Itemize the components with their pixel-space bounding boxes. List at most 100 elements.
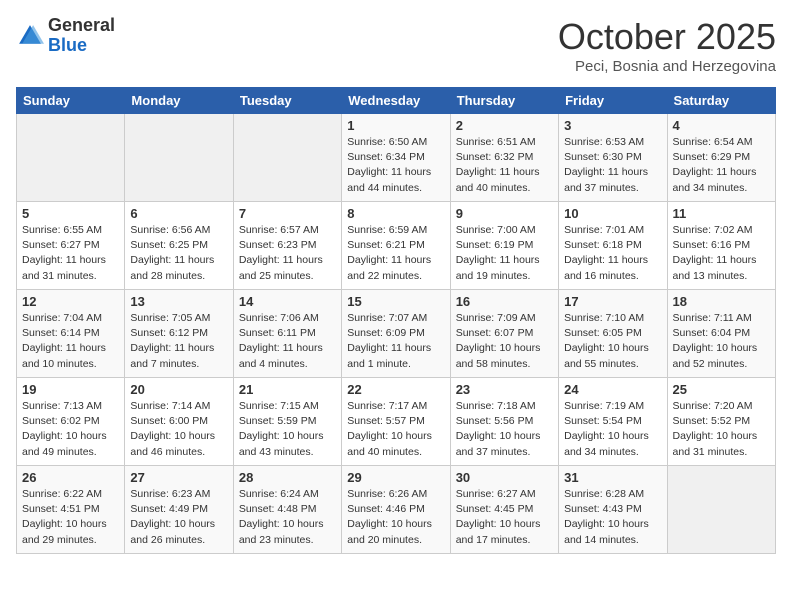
- weekday-header-friday: Friday: [559, 88, 667, 114]
- calendar-cell: 18Sunrise: 7:11 AM Sunset: 6:04 PM Dayli…: [667, 290, 775, 378]
- calendar-cell: 25 Sunrise: 7:20 AM Sunset: 5:52 PM Dayli…: [667, 378, 775, 466]
- calendar-cell: 30Sunrise: 6:27 AM Sunset: 4:45 PM Dayli…: [450, 466, 558, 554]
- day-info: Sunrise: 7:19 AM Sunset: 5:54 PM Dayligh…: [564, 399, 661, 460]
- day-number: 28: [239, 470, 336, 485]
- calendar-cell: 8Sunrise: 6:59 AM Sunset: 6:21 PM Daylig…: [342, 202, 450, 290]
- weekday-header-saturday: Saturday: [667, 88, 775, 114]
- calendar-cell: 12Sunrise: 7:04 AM Sunset: 6:14 PM Dayli…: [17, 290, 125, 378]
- day-number: 2: [456, 118, 553, 133]
- calendar-cell: 27Sunrise: 6:23 AM Sunset: 4:49 PM Dayli…: [125, 466, 233, 554]
- calendar-cell: 13Sunrise: 7:05 AM Sunset: 6:12 PM Dayli…: [125, 290, 233, 378]
- week-row-4: 26 Sunrise: 6:22 AM Sunset: 4:51 PM Dayli…: [17, 466, 776, 554]
- day-number: 7: [239, 206, 336, 221]
- calendar-cell: 1 Sunrise: 6:50 AM Sunset: 6:34 PM Daylig…: [342, 114, 450, 202]
- day-number: 11: [673, 206, 770, 221]
- calendar-cell: 4 Sunrise: 6:54 AM Sunset: 6:29 PM Daylig…: [667, 114, 775, 202]
- calendar-cell: 16 Sunrise: 7:09 AM Sunset: 6:07 PM Dayli…: [450, 290, 558, 378]
- day-number: 6: [130, 206, 227, 221]
- day-info: Sunrise: 6:53 AM Sunset: 6:30 PM Dayligh…: [564, 135, 661, 196]
- day-number: 10: [564, 206, 661, 221]
- logo-general-text: General: [48, 16, 115, 36]
- day-info: Sunrise: 7:20 AM Sunset: 5:52 PM Dayligh…: [673, 399, 770, 460]
- day-info: Sunrise: 6:56 AM Sunset: 6:25 PM Dayligh…: [130, 223, 227, 284]
- day-info: Sunrise: 7:15 AM Sunset: 5:59 PM Dayligh…: [239, 399, 336, 460]
- calendar-cell: 23 Sunrise: 7:18 AM Sunset: 5:56 PM Dayli…: [450, 378, 558, 466]
- calendar-cell: 24 Sunrise: 7:19 AM Sunset: 5:54 PM Dayli…: [559, 378, 667, 466]
- day-number: 25: [673, 382, 770, 397]
- calendar-cell: [233, 114, 341, 202]
- day-number: 9: [456, 206, 553, 221]
- calendar-cell: 6 Sunrise: 6:56 AM Sunset: 6:25 PM Daylig…: [125, 202, 233, 290]
- calendar-cell: 15Sunrise: 7:07 AM Sunset: 6:09 PM Dayli…: [342, 290, 450, 378]
- weekday-header-row: SundayMondayTuesdayWednesdayThursdayFrid…: [17, 88, 776, 114]
- day-info: Sunrise: 6:59 AM Sunset: 6:21 PM Dayligh…: [347, 223, 444, 284]
- day-info: Sunrise: 6:54 AM Sunset: 6:29 PM Dayligh…: [673, 135, 770, 196]
- calendar-cell: 17 Sunrise: 7:10 AM Sunset: 6:05 PM Dayli…: [559, 290, 667, 378]
- calendar-cell: [125, 114, 233, 202]
- calendar-cell: 22 Sunrise: 7:17 AM Sunset: 5:57 PM Dayli…: [342, 378, 450, 466]
- weekday-header-tuesday: Tuesday: [233, 88, 341, 114]
- day-info: Sunrise: 7:06 AM Sunset: 6:11 PM Dayligh…: [239, 311, 336, 372]
- day-number: 29: [347, 470, 444, 485]
- calendar-cell: 21 Sunrise: 7:15 AM Sunset: 5:59 PM Dayli…: [233, 378, 341, 466]
- calendar-cell: [667, 466, 775, 554]
- weekday-header-monday: Monday: [125, 88, 233, 114]
- location: Peci, Bosnia and Herzegovina: [558, 58, 776, 75]
- calendar-cell: 5 Sunrise: 6:55 AM Sunset: 6:27 PM Daylig…: [17, 202, 125, 290]
- calendar-cell: 20Sunrise: 7:14 AM Sunset: 6:00 PM Dayli…: [125, 378, 233, 466]
- day-number: 4: [673, 118, 770, 133]
- calendar-cell: 11 Sunrise: 7:02 AM Sunset: 6:16 PM Dayli…: [667, 202, 775, 290]
- day-number: 23: [456, 382, 553, 397]
- day-info: Sunrise: 6:26 AM Sunset: 4:46 PM Dayligh…: [347, 487, 444, 548]
- calendar-cell: 10Sunrise: 7:01 AM Sunset: 6:18 PM Dayli…: [559, 202, 667, 290]
- page-header: General Blue October 2025 Peci, Bosnia a…: [16, 16, 776, 75]
- weekday-header-thursday: Thursday: [450, 88, 558, 114]
- day-number: 13: [130, 294, 227, 309]
- day-info: Sunrise: 7:10 AM Sunset: 6:05 PM Dayligh…: [564, 311, 661, 372]
- calendar-body: 1 Sunrise: 6:50 AM Sunset: 6:34 PM Daylig…: [17, 114, 776, 554]
- day-number: 5: [22, 206, 119, 221]
- month-title: October 2025: [558, 16, 776, 58]
- day-number: 24: [564, 382, 661, 397]
- day-number: 16: [456, 294, 553, 309]
- weekday-header-wednesday: Wednesday: [342, 88, 450, 114]
- logo-icon: [16, 22, 44, 50]
- day-info: Sunrise: 6:57 AM Sunset: 6:23 PM Dayligh…: [239, 223, 336, 284]
- week-row-0: 1 Sunrise: 6:50 AM Sunset: 6:34 PM Daylig…: [17, 114, 776, 202]
- day-info: Sunrise: 7:07 AM Sunset: 6:09 PM Dayligh…: [347, 311, 444, 372]
- day-number: 31: [564, 470, 661, 485]
- calendar-table: SundayMondayTuesdayWednesdayThursdayFrid…: [16, 87, 776, 554]
- day-number: 14: [239, 294, 336, 309]
- calendar-cell: 29 Sunrise: 6:26 AM Sunset: 4:46 PM Dayli…: [342, 466, 450, 554]
- day-info: Sunrise: 6:28 AM Sunset: 4:43 PM Dayligh…: [564, 487, 661, 548]
- day-info: Sunrise: 6:22 AM Sunset: 4:51 PM Dayligh…: [22, 487, 119, 548]
- day-info: Sunrise: 6:24 AM Sunset: 4:48 PM Dayligh…: [239, 487, 336, 548]
- calendar-cell: 28 Sunrise: 6:24 AM Sunset: 4:48 PM Dayli…: [233, 466, 341, 554]
- day-number: 20: [130, 382, 227, 397]
- calendar-cell: 31 Sunrise: 6:28 AM Sunset: 4:43 PM Dayli…: [559, 466, 667, 554]
- day-number: 1: [347, 118, 444, 133]
- day-info: Sunrise: 7:11 AM Sunset: 6:04 PM Dayligh…: [673, 311, 770, 372]
- day-info: Sunrise: 6:55 AM Sunset: 6:27 PM Dayligh…: [22, 223, 119, 284]
- day-info: Sunrise: 7:09 AM Sunset: 6:07 PM Dayligh…: [456, 311, 553, 372]
- calendar-cell: 19Sunrise: 7:13 AM Sunset: 6:02 PM Dayli…: [17, 378, 125, 466]
- day-info: Sunrise: 7:13 AM Sunset: 6:02 PM Dayligh…: [22, 399, 119, 460]
- day-number: 17: [564, 294, 661, 309]
- day-info: Sunrise: 7:04 AM Sunset: 6:14 PM Dayligh…: [22, 311, 119, 372]
- day-info: Sunrise: 7:17 AM Sunset: 5:57 PM Dayligh…: [347, 399, 444, 460]
- day-info: Sunrise: 6:50 AM Sunset: 6:34 PM Dayligh…: [347, 135, 444, 196]
- day-number: 26: [22, 470, 119, 485]
- day-info: Sunrise: 7:02 AM Sunset: 6:16 PM Dayligh…: [673, 223, 770, 284]
- calendar-cell: 14 Sunrise: 7:06 AM Sunset: 6:11 PM Dayli…: [233, 290, 341, 378]
- day-info: Sunrise: 7:18 AM Sunset: 5:56 PM Dayligh…: [456, 399, 553, 460]
- calendar-cell: 2Sunrise: 6:51 AM Sunset: 6:32 PM Daylig…: [450, 114, 558, 202]
- title-block: October 2025 Peci, Bosnia and Herzegovin…: [558, 16, 776, 75]
- calendar-cell: [17, 114, 125, 202]
- day-number: 22: [347, 382, 444, 397]
- week-row-2: 12Sunrise: 7:04 AM Sunset: 6:14 PM Dayli…: [17, 290, 776, 378]
- logo: General Blue: [16, 16, 115, 56]
- calendar-cell: 26 Sunrise: 6:22 AM Sunset: 4:51 PM Dayli…: [17, 466, 125, 554]
- day-number: 21: [239, 382, 336, 397]
- calendar-cell: 9Sunrise: 7:00 AM Sunset: 6:19 PM Daylig…: [450, 202, 558, 290]
- calendar-header: SundayMondayTuesdayWednesdayThursdayFrid…: [17, 88, 776, 114]
